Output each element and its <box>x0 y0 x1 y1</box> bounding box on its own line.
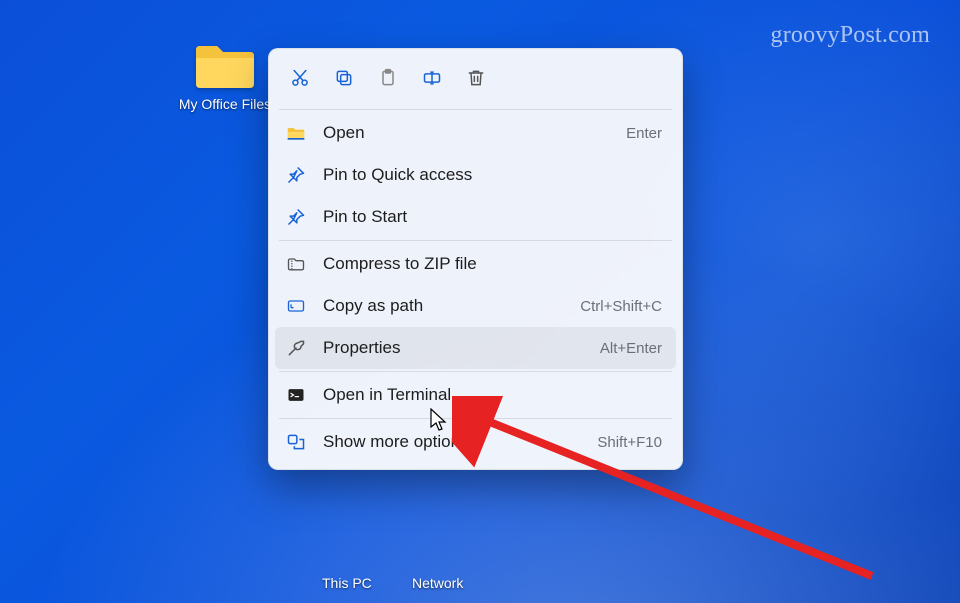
folder-open-icon <box>285 123 307 143</box>
separator <box>279 109 672 110</box>
menu-item-label: Show more options <box>323 432 581 452</box>
rename-button[interactable] <box>413 61 451 99</box>
menu-item-label: Copy as path <box>323 296 564 316</box>
paste-icon <box>378 68 398 93</box>
network-label[interactable]: Network <box>412 575 463 591</box>
copy-icon <box>334 68 354 93</box>
menu-item-label: Properties <box>323 338 584 358</box>
desktop-folder[interactable]: My Office Files <box>176 40 274 114</box>
delete-button[interactable] <box>457 61 495 99</box>
menu-item-pin-start[interactable]: Pin to Start <box>275 196 676 238</box>
zip-icon <box>285 254 307 274</box>
paste-button[interactable] <box>369 61 407 99</box>
pin-icon <box>285 165 307 185</box>
menu-item-label: Open <box>323 123 610 143</box>
menu-item-show-more[interactable]: Show more options Shift+F10 <box>275 421 676 463</box>
menu-item-compress-zip[interactable]: Compress to ZIP file <box>275 243 676 285</box>
menu-item-shortcut: Shift+F10 <box>597 434 662 451</box>
pin-icon <box>285 207 307 227</box>
menu-item-shortcut: Enter <box>626 125 662 142</box>
cut-icon <box>290 68 310 93</box>
folder-icon <box>176 40 274 92</box>
context-toolbar <box>275 55 676 107</box>
separator <box>279 418 672 419</box>
delete-icon <box>466 68 486 93</box>
wrench-icon <box>285 338 307 358</box>
menu-item-label: Open in Terminal <box>323 385 662 405</box>
menu-item-properties[interactable]: Properties Alt+Enter <box>275 327 676 369</box>
copy-button[interactable] <box>325 61 363 99</box>
this-pc-label[interactable]: This PC <box>322 575 372 591</box>
menu-item-label: Compress to ZIP file <box>323 254 662 274</box>
menu-item-copy-path[interactable]: Copy as path Ctrl+Shift+C <box>275 285 676 327</box>
menu-item-shortcut: Alt+Enter <box>600 340 662 357</box>
separator <box>279 240 672 241</box>
menu-item-pin-quick-access[interactable]: Pin to Quick access <box>275 154 676 196</box>
rename-icon <box>422 68 442 93</box>
cut-button[interactable] <box>281 61 319 99</box>
terminal-icon <box>285 385 307 405</box>
menu-item-label: Pin to Quick access <box>323 165 662 185</box>
menu-item-open[interactable]: Open Enter <box>275 112 676 154</box>
menu-item-open-terminal[interactable]: Open in Terminal <box>275 374 676 416</box>
watermark: groovyPost.com <box>771 22 930 49</box>
menu-item-label: Pin to Start <box>323 207 662 227</box>
more-options-icon <box>285 432 307 452</box>
context-menu: Open Enter Pin to Quick access Pin to St… <box>268 48 683 470</box>
menu-item-shortcut: Ctrl+Shift+C <box>580 298 662 315</box>
desktop-folder-label: My Office Files <box>179 96 271 112</box>
copy-path-icon <box>285 296 307 316</box>
separator <box>279 371 672 372</box>
